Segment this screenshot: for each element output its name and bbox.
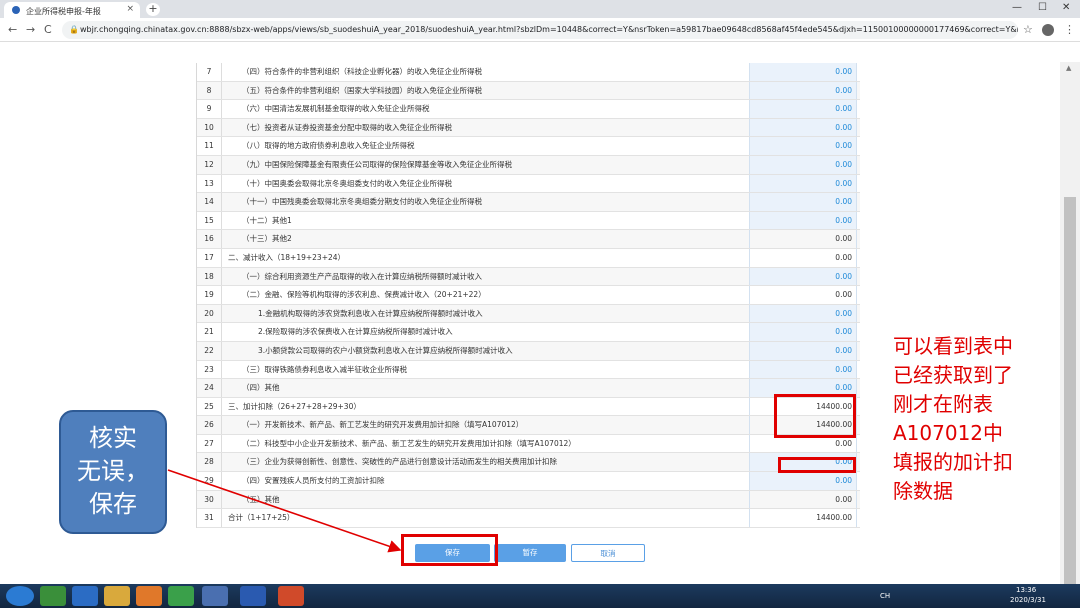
start-icon[interactable] bbox=[6, 586, 34, 606]
powerpoint-icon[interactable] bbox=[278, 586, 304, 606]
page-scrollbar[interactable]: ▲ bbox=[1060, 62, 1080, 608]
language-indicator[interactable]: CH bbox=[880, 592, 890, 600]
media-icon[interactable] bbox=[136, 586, 162, 606]
callout-line-3: 保存 bbox=[89, 490, 137, 518]
callout-line-2: 无误， bbox=[77, 457, 149, 485]
chrome-icon[interactable] bbox=[202, 586, 228, 606]
folder-icon[interactable] bbox=[104, 586, 130, 606]
clock-time: 13:36 bbox=[1016, 586, 1037, 594]
annotation-note: 可以看到表中已经获取到了刚才在附表A107012中填报的加计扣除数据 bbox=[893, 334, 1013, 503]
ie-icon[interactable] bbox=[72, 586, 98, 606]
clock-date: 2020/3/31 bbox=[1010, 596, 1046, 604]
windows-taskbar: CH 13:36 2020/3/31 bbox=[0, 584, 1080, 608]
word-icon[interactable] bbox=[240, 586, 266, 606]
app-icon-1[interactable] bbox=[40, 586, 66, 606]
app-icon-2[interactable] bbox=[168, 586, 194, 606]
scrollbar-thumb[interactable] bbox=[1064, 197, 1076, 608]
callout-box: 核实 无误， 保存 bbox=[59, 410, 167, 534]
scroll-up-icon[interactable]: ▲ bbox=[1066, 64, 1071, 72]
callout-line-1: 核实 bbox=[89, 424, 137, 452]
screen: { "browser": { "tab_title": "企业所得税申报-年报"… bbox=[0, 0, 1080, 608]
